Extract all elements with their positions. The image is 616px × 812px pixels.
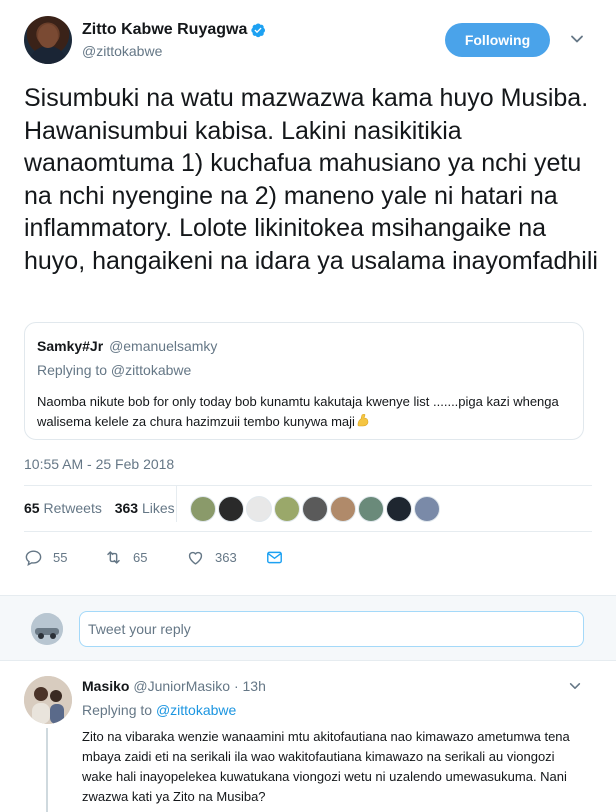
person-photo-icon: [24, 676, 72, 724]
like-count: 363: [215, 549, 237, 565]
reply-age[interactable]: 13h: [243, 678, 266, 694]
reply-compose-bar: Tweet your reply: [0, 595, 616, 661]
retweet-action[interactable]: 65: [104, 546, 147, 568]
reply-action[interactable]: 55: [24, 546, 67, 568]
reply-display-name[interactable]: Masiko: [82, 678, 129, 694]
retweet-icon: [107, 550, 120, 564]
author-name-block[interactable]: Zitto Kabwe Ruyagwa @zittokabwe: [82, 21, 266, 59]
liker-avatar[interactable]: [246, 496, 272, 522]
retweets-stat[interactable]: 65 Retweets: [24, 500, 102, 516]
like-icon: [188, 551, 203, 565]
reply-icon: [25, 549, 42, 566]
quoted-display-name: Samky#Jr: [37, 338, 104, 354]
liker-avatar[interactable]: [358, 496, 384, 522]
reply-input-placeholder: Tweet your reply: [88, 621, 191, 637]
tweet-text: Sisumbuki na watu mazwazwa kama huyo Mus…: [24, 84, 598, 275]
author-avatar[interactable]: [24, 16, 72, 64]
author-display-name[interactable]: Zitto Kabwe Ruyagwa: [82, 21, 247, 39]
chevron-down-icon[interactable]: [569, 31, 585, 47]
likes-label: Likes: [141, 500, 175, 516]
reply-replying-to: Replying to @zittokabwe: [82, 702, 236, 718]
tweet-reply-input[interactable]: Tweet your reply: [79, 611, 584, 647]
reply-meta-separator: ·: [233, 678, 239, 694]
retweet-count: 65: [133, 549, 148, 565]
quoted-tweet-text-block: Naomba nikute bob for only today bob kun…: [37, 392, 567, 432]
quoted-handle: @emanuelsamky: [109, 338, 218, 354]
reply-author-avatar[interactable]: [24, 676, 72, 724]
reply-tweet[interactable]: Masiko @JuniorMasiko · 13h Replying to @…: [0, 662, 616, 812]
likes-stat[interactable]: 363 Likes: [115, 500, 175, 516]
engagement-stats: 65 Retweets 363 Likes: [24, 500, 175, 520]
reply-text: Zito na vibaraka wenzie wanaamini mtu ak…: [82, 729, 570, 804]
direct-message-icon: [267, 551, 282, 563]
quoted-replying-to: Replying to @zittokabwe: [37, 362, 192, 378]
stats-separator: [176, 486, 177, 522]
quoted-tweet-card[interactable]: Samky#Jr @emanuelsamky Replying to @zitt…: [24, 322, 584, 440]
chevron-down-icon[interactable]: [568, 679, 582, 693]
replying-to-mention-link[interactable]: @zittokabwe: [156, 702, 236, 718]
liker-avatar[interactable]: [218, 496, 244, 522]
like-action[interactable]: 363: [186, 546, 237, 568]
reply-header: Masiko @JuniorMasiko · 13h: [82, 678, 266, 694]
quoted-tweet-text: Naomba nikute bob for only today bob kun…: [37, 394, 559, 429]
liker-avatars: [190, 496, 442, 522]
retweets-count: 65: [24, 500, 40, 516]
following-button[interactable]: Following: [445, 23, 550, 57]
replying-to-prefix: Replying to: [82, 702, 153, 718]
divider: [24, 485, 592, 486]
liker-avatar[interactable]: [414, 496, 440, 522]
current-user-avatar: [31, 613, 63, 645]
reply-count: 55: [53, 549, 68, 565]
likes-count: 363: [114, 500, 139, 516]
liker-avatar[interactable]: [302, 496, 328, 522]
liker-avatar[interactable]: [274, 496, 300, 522]
retweets-label: Retweets: [43, 500, 102, 516]
liker-avatar[interactable]: [190, 496, 216, 522]
quoted-tweet-header: Samky#Jr @emanuelsamky: [37, 338, 217, 354]
flexed-biceps-icon: [357, 413, 369, 427]
verified-badge-icon: [251, 23, 266, 38]
author-handle[interactable]: @zittokabwe: [82, 43, 266, 59]
liker-avatar[interactable]: [330, 496, 356, 522]
liker-avatar[interactable]: [386, 496, 412, 522]
reply-handle[interactable]: @JuniorMasiko: [133, 678, 230, 694]
car-image-icon: [31, 613, 63, 645]
thread-connector-line: [46, 728, 48, 812]
direct-message-action[interactable]: [265, 546, 294, 568]
tweet-timestamp[interactable]: 10:55 AM - 25 Feb 2018: [24, 456, 174, 472]
avatar-figure: [28, 46, 68, 64]
avatar-face: [38, 24, 58, 48]
tweet-header: Zitto Kabwe Ruyagwa @zittokabwe Followin…: [24, 16, 594, 68]
divider: [24, 531, 592, 532]
